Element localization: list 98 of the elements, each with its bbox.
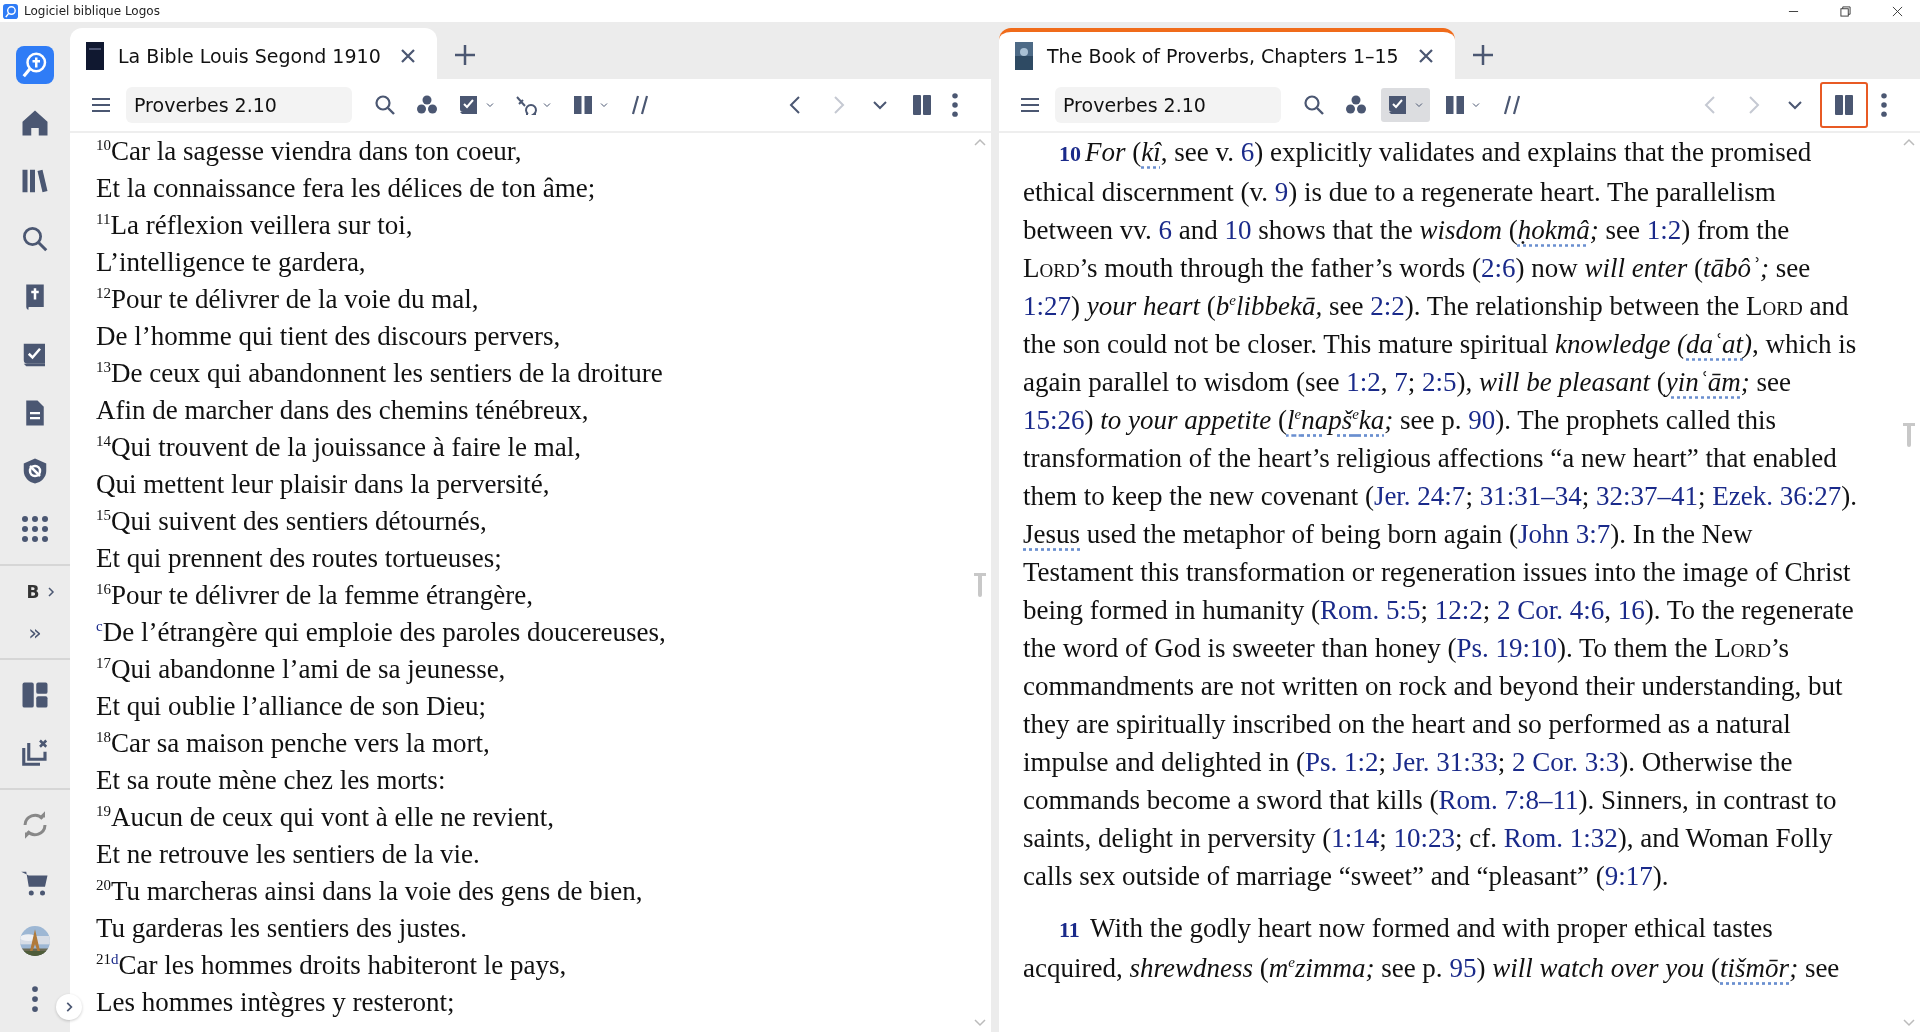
reference-link[interactable]: 1:2	[1646, 215, 1682, 245]
reference-link[interactable]: Jer. 24:7	[1373, 481, 1466, 511]
reference-link[interactable]: 2 Cor. 4:6	[1497, 595, 1605, 625]
reference-link[interactable]: 6	[1240, 137, 1255, 167]
verse-line: $^{10}$Car la sagesse viendra dans ton coeur,	[96, 135, 523, 168]
close-icon	[1416, 46, 1435, 65]
close-icon	[398, 46, 417, 65]
reference-link[interactable]: 2 Cor. 3:3	[1512, 747, 1620, 777]
reference-field[interactable]: Proverbes 2.10	[1055, 87, 1281, 123]
panel-toggle-button[interactable]	[1820, 82, 1868, 128]
three-dots-icon	[1344, 93, 1368, 117]
verse-line: Tu garderas les sentiers des justes.	[96, 912, 468, 945]
verse-line: Qui mettent leur plaisir dans la perversité,	[96, 468, 551, 501]
reference-link[interactable]: Ezek. 36:27	[1712, 481, 1842, 511]
reference-link[interactable]: 32:37–41	[1595, 481, 1698, 511]
book-cover-icon	[1015, 41, 1033, 70]
verse-line: $^{13}$De ceux qui abandonnent les sentiers de la droiture	[96, 357, 664, 390]
reference-link[interactable]: 16	[1617, 595, 1645, 625]
reference-link[interactable]: 95	[1449, 953, 1477, 983]
commentary-paragraph: 11 With the godly heart now formed and with proper ethical tastes acquired, shrewdness (m$^{e}$zimma; see p. 95) will watch over you (tišmōr; see	[1023, 912, 1841, 985]
verse-line: $^{14}$Qui trouvent de la jouissance à faire le mal,	[96, 431, 583, 464]
reference-link[interactable]: 2:6	[1481, 253, 1516, 283]
verse-line: L’intelligence te gardera,	[96, 246, 367, 279]
scroll-thumb[interactable]	[974, 573, 986, 597]
reference-link[interactable]: 2:2	[1370, 291, 1405, 321]
verse-line: De l’homme qui tient des discours pervers,	[96, 320, 562, 353]
sidebar-label[interactable]: B	[26, 582, 40, 602]
logos-logo-icon[interactable]	[16, 46, 54, 84]
reference-field[interactable]: Proverbes 2.10	[126, 87, 352, 123]
footnote-link[interactable]: c	[96, 618, 103, 634]
verse-line: Et la connaissance fera les délices de ton âme;	[96, 172, 597, 205]
search-icon	[1302, 93, 1326, 117]
three-dots-icon	[415, 93, 439, 117]
verse-line: Et qui prennent des routes tortueuses;	[96, 542, 503, 575]
app-icon	[3, 3, 18, 19]
verse-line: $^{15}$Qui suivent des sentiers détournés,	[96, 505, 488, 538]
columns-icon	[571, 93, 595, 117]
tab-title: La Bible Louis Segond 1910	[118, 44, 381, 67]
restore-icon	[1839, 5, 1851, 17]
expand-toolbar-button[interactable]: »	[28, 619, 42, 645]
reference-link[interactable]: 2:5	[1421, 367, 1457, 397]
reference-link[interactable]: Rom. 5:5	[1319, 595, 1421, 625]
reference-link[interactable]: Jer. 31:33	[1392, 747, 1498, 777]
window-title: Logiciel biblique Logos	[24, 4, 160, 18]
document-tab[interactable]: The Book of Proverbs, Chapters 1–15	[999, 28, 1455, 79]
more-icon	[952, 93, 958, 117]
reference-link[interactable]: Rom. 1:32	[1503, 823, 1618, 853]
scroll-thumb[interactable]	[1903, 423, 1915, 447]
verse-line: Les hommes intègres y resteront;	[96, 986, 456, 1019]
reference-link[interactable]: 12:2	[1434, 595, 1483, 625]
reference-link[interactable]: 6	[1158, 215, 1172, 245]
book-cover-icon	[86, 41, 104, 70]
reference-link[interactable]: 1:27	[1023, 291, 1071, 321]
reference-link[interactable]: Ps. 1:2	[1304, 747, 1379, 777]
expand-sidebar-button[interactable]	[56, 994, 82, 1020]
search-icon	[373, 93, 397, 117]
close-icon	[1891, 5, 1903, 17]
apps-grid-icon[interactable]	[20, 514, 50, 544]
reference-link[interactable]: 10:23	[1393, 823, 1455, 853]
document-tab[interactable]: La Bible Louis Segond 1910	[70, 28, 437, 79]
verse-line: $^{20}$Tu marcheras ainsi dans la voie des gens de bien,	[96, 875, 644, 908]
reference-link[interactable]: 9:17	[1604, 861, 1653, 891]
home-icon[interactable]	[20, 108, 50, 138]
reference-link[interactable]: 10	[1224, 215, 1252, 245]
verse-line: Afin de marcher dans des chemins ténébreux,	[96, 394, 590, 427]
reference-link[interactable]: John 3:7	[1517, 519, 1611, 549]
visual-filter-button[interactable]	[1381, 88, 1430, 122]
reference-link[interactable]: 7	[1394, 367, 1408, 397]
verse-line: $^{19}$Aucun de ceux qui vont à elle ne revient,	[96, 801, 556, 834]
verse-line: $^{c}$De l’étrangère qui emploie des paroles doucereuses,	[96, 616, 667, 649]
verse-line: Et sa route mène chez les morts:	[96, 764, 447, 797]
more-icon	[1881, 93, 1887, 117]
reference-link[interactable]: Rom. 7:8–11	[1438, 785, 1579, 815]
footnote-link[interactable]: d	[111, 951, 119, 967]
verse-line: $^{11}$La réflexion veillera sur toi,	[96, 209, 414, 242]
verse-line: $^{12}$Pour te délivrer de la voie du mal,	[96, 283, 480, 316]
split-panel-icon	[1832, 93, 1856, 117]
verse-line: Et qui oublie l’alliance de son Dieu;	[96, 690, 487, 723]
verse-line: Et ne retrouve les sentiers de la vie.	[96, 838, 481, 871]
layout-icon[interactable]	[20, 680, 50, 710]
reference-link[interactable]: 15:26	[1023, 405, 1085, 435]
close-tabs-icon[interactable]	[20, 738, 50, 768]
tab-title: The Book of Proverbs, Chapters 1–15	[1047, 44, 1399, 67]
verse-line: $^{17}$Qui abandonne l’ami de sa jeunesse,	[96, 653, 507, 686]
reference-link[interactable]: 9	[1274, 177, 1289, 207]
reference-link[interactable]: 1:14	[1331, 823, 1380, 853]
verse-line: $^{18}$Car sa maison penche vers la mort,	[96, 727, 491, 760]
reference-link[interactable]: 90	[1468, 405, 1496, 435]
reference-link[interactable]: 1:2	[1346, 367, 1381, 397]
columns-icon	[1443, 93, 1467, 117]
reference-link[interactable]: 31:31–34	[1479, 481, 1582, 511]
plus-icon	[452, 43, 477, 67]
verse-line: $^{16}$Pour te délivrer de la femme étrangère,	[96, 579, 535, 612]
commentary-paragraph: 10 For (kî, see v. 6) explicitly validates and explains that the promised ethical discernment (v. 9) is due to a regenerate heart. The parallelism between vv. 6 and 10 shows that the wisdom (ḥokmâ; see 1:2) from the Lord’s mouth through the father’s words (2:6) now will enter (tābôʾ; see 1:27) your heart (b$^{e}$libbekā, see 2:2). The relationship between the Lord and the son could not be closer. This mature spiritual knowledge (daʿat), which is again parallel to wisdom (see 1:2, 7; 2:5), will be pleasant (yinʿām; see 15:26) to your appetite (l$^{e}$napš$^{e}$ka; see p. 90). The prophets called this transformation of the heart’s religious affections “a new heart” that enabled them to keep the new covenant (Jer. 24:7; 31:31–34; 32:37–41; Ezek. 36:27). Jesus used the metaphor of being born again (John 3:7). In the New Testament this transformation or regeneration issues into the image of Christ being formed in humanity (Rom. 5:5; 12:2; 2 Cor. 4:6, 16). To the regenerate the word of God is sweeter than honey (Ps. 19:10). To them the Lord’s commandments are not written on rock and beyond their understanding, but they are spiritually inscribed on the heart and so performed as a natural impulse and delighted in (Ps. 1:2; Jer. 31:33; 2 Cor. 3:3). Otherwise the commands become a sword that kills (Rom. 7:8–11). Sinners, in contrast to saints, delight in perversity (1:14; 10:23; cf. Rom. 1:32), and Woman Folly calls sex outside of marriage “sweet” and “pleasant” (9:17).	[1023, 136, 1858, 893]
search-icon[interactable]	[20, 224, 50, 254]
reference-link[interactable]: Ps. 19:10	[1456, 633, 1557, 663]
plus-icon	[1470, 43, 1495, 67]
split-panel-icon	[910, 93, 934, 117]
